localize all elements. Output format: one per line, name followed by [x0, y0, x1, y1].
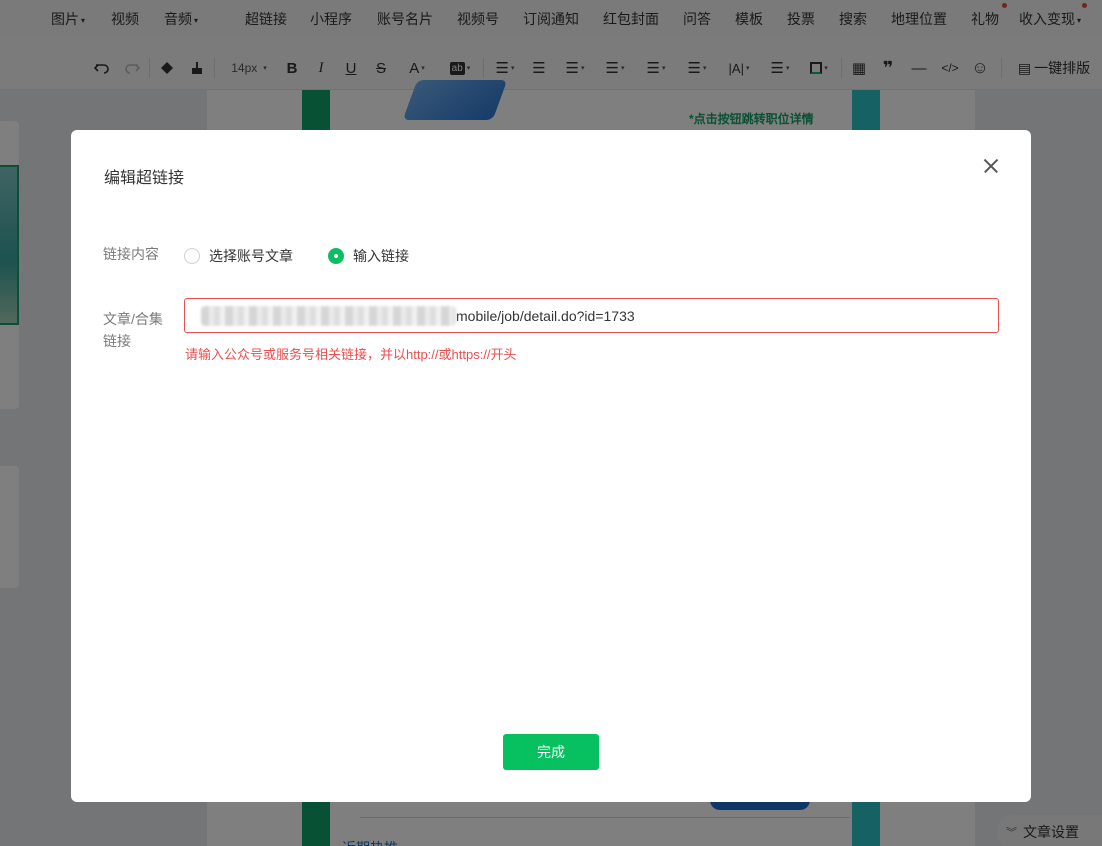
close-icon[interactable]	[979, 154, 1003, 178]
link-url-input[interactable]: mobile/job/detail.do?id=1733	[184, 298, 999, 333]
redacted-url-prefix	[201, 305, 456, 326]
radio-select-account-article[interactable]: 选择账号文章	[184, 246, 293, 266]
link-url-value: mobile/job/detail.do?id=1733	[456, 307, 635, 324]
url-error-message: 请输入公众号或服务号相关链接，并以http://或https://开头	[185, 347, 517, 362]
radio-select-account-article-label: 选择账号文章	[209, 248, 293, 264]
dialog-title: 编辑超链接	[104, 170, 185, 187]
article-link-label: 文章/合集链接	[103, 311, 163, 349]
link-content-label: 链接内容	[103, 246, 159, 262]
edit-hyperlink-dialog: 编辑超链接 链接内容 选择账号文章 输入链接 文章/合集链接 mobile/jo…	[71, 130, 1031, 802]
done-button[interactable]: 完成	[503, 734, 599, 770]
radio-input-link[interactable]: 输入链接	[328, 246, 409, 266]
radio-checked-icon	[328, 248, 344, 264]
radio-circle-icon	[184, 248, 200, 264]
radio-input-link-label: 输入链接	[353, 248, 409, 264]
